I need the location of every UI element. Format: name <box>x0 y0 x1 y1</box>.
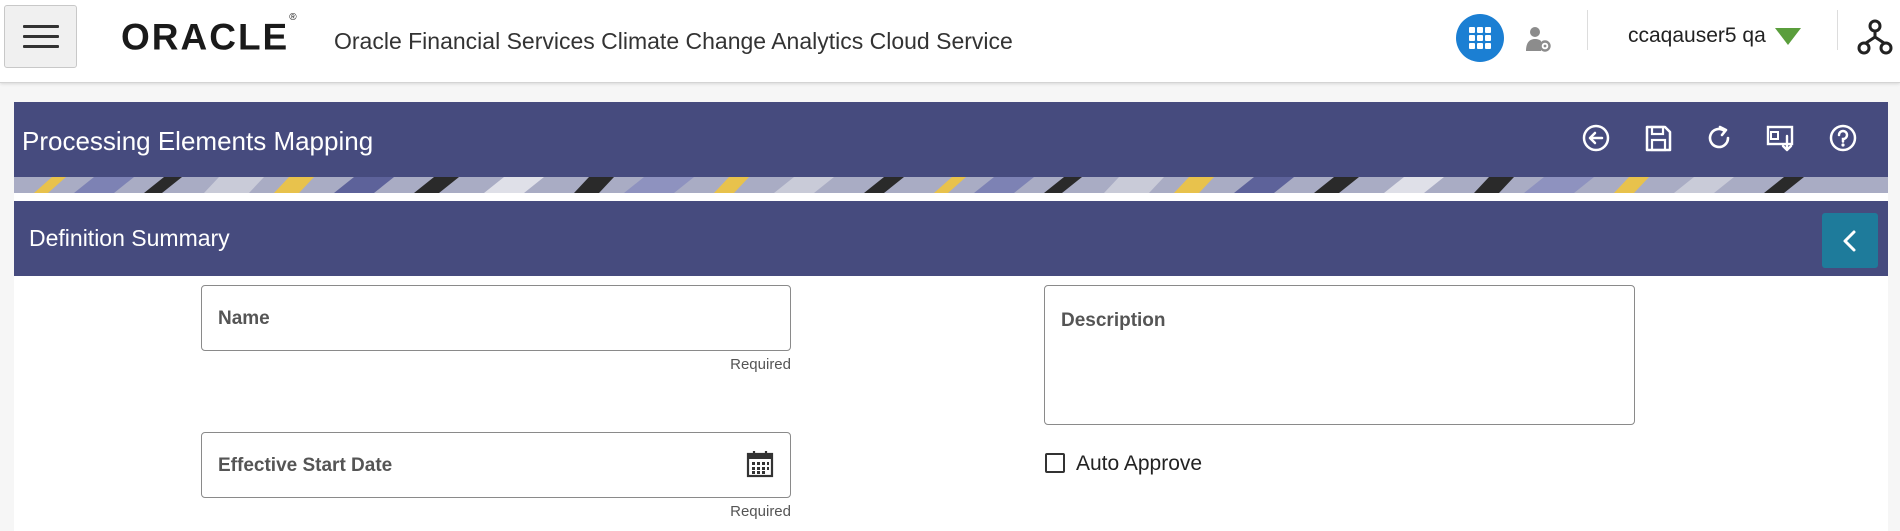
grid-apps-icon <box>1469 27 1491 49</box>
chevron-left-icon <box>1843 230 1856 251</box>
description-field[interactable]: Description <box>1044 285 1635 425</box>
auto-approve-checkbox[interactable] <box>1045 453 1065 473</box>
hamburger-line <box>22 25 59 28</box>
apps-grid-button[interactable] <box>1456 14 1504 62</box>
content-card: Processing Elements Mapping Definition S… <box>14 102 1888 531</box>
name-field[interactable]: Name <box>201 285 791 351</box>
calendar-icon[interactable] <box>746 450 774 478</box>
caret-down-icon[interactable] <box>1775 28 1801 45</box>
user-gear-icon[interactable] <box>1524 25 1552 53</box>
auto-approve-label[interactable]: Auto Approve <box>1076 452 1202 476</box>
app-title: Oracle Financial Services Climate Change… <box>334 28 1013 54</box>
back-button[interactable] <box>1578 120 1614 156</box>
effective-start-date-label: Effective Start Date <box>218 455 393 476</box>
definition-summary-bar: Definition Summary <box>14 201 1888 276</box>
hamburger-menu-button[interactable] <box>4 5 77 68</box>
description-label: Description <box>1061 310 1166 331</box>
export-button[interactable] <box>1763 120 1799 156</box>
hierarchy-icon[interactable] <box>1856 18 1894 56</box>
header-separator <box>1837 10 1838 50</box>
export-icon <box>1766 125 1794 152</box>
back-icon <box>1582 124 1610 152</box>
hamburger-line <box>22 35 59 38</box>
collapse-panel-button[interactable] <box>1822 213 1878 268</box>
page-banner: Processing Elements Mapping <box>14 102 1888 177</box>
refresh-button[interactable] <box>1701 120 1737 156</box>
username-label[interactable]: ccaqauser5 qa <box>1628 24 1766 48</box>
name-required-hint: Required <box>730 356 791 373</box>
help-icon <box>1829 124 1857 152</box>
top-bar: ORACLE® Oracle Financial Services Climat… <box>0 0 1900 83</box>
header-separator <box>1587 10 1588 50</box>
hamburger-line <box>22 45 59 48</box>
section-title: Definition Summary <box>29 225 230 251</box>
save-icon <box>1645 125 1672 152</box>
effective-start-date-field[interactable]: Effective Start Date <box>201 432 791 498</box>
save-button[interactable] <box>1640 120 1676 156</box>
page-title: Processing Elements Mapping <box>22 126 374 156</box>
name-label: Name <box>218 308 270 329</box>
help-button[interactable] <box>1825 120 1861 156</box>
oracle-logo: ORACLE® <box>121 12 297 58</box>
refresh-icon <box>1708 125 1730 149</box>
effective-start-date-required-hint: Required <box>730 503 791 520</box>
decorative-banner-pattern <box>14 177 1888 193</box>
